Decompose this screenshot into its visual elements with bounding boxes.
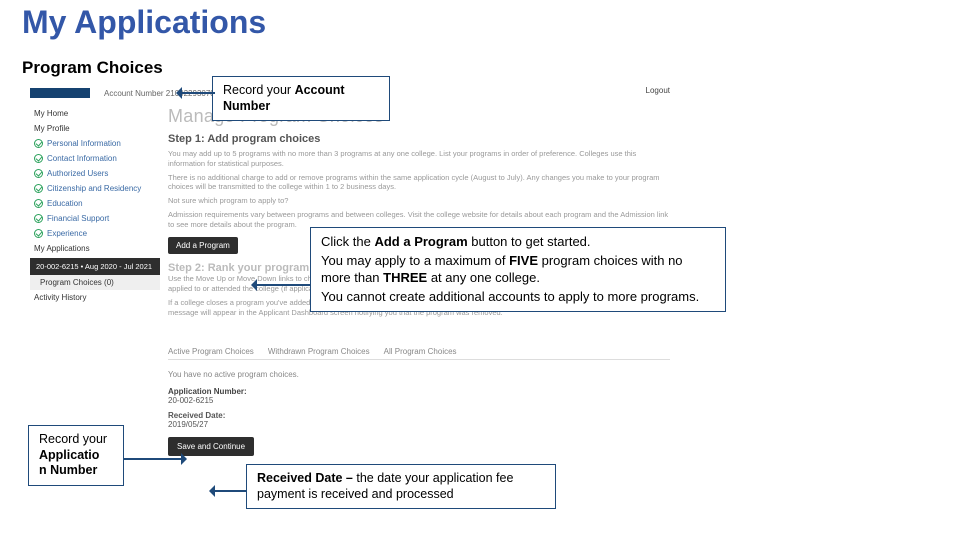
bg-side-appnum: 20-002-6215 • Aug 2020 - Jul 2021 bbox=[30, 258, 160, 275]
bg-logo bbox=[30, 88, 90, 98]
bg-side-label: Financial Support bbox=[47, 214, 109, 223]
co-text: button to get started. bbox=[468, 234, 591, 249]
bg-p3: Not sure which program to apply to? bbox=[168, 196, 670, 206]
co-line: Click the Add a Program button to get st… bbox=[321, 234, 715, 250]
bg-tab-all: All Program Choices bbox=[384, 347, 457, 356]
callout-application-number: Record your Applicatio n Number bbox=[28, 425, 124, 486]
co-line: You cannot create additional accounts to… bbox=[321, 289, 715, 305]
bg-tabline bbox=[168, 359, 670, 360]
subtitle-text: Program Choices bbox=[22, 58, 163, 77]
co-text: Click the bbox=[321, 234, 374, 249]
co-bold: Add a Program bbox=[374, 234, 467, 249]
co-bold: Applicatio bbox=[39, 448, 99, 462]
bg-side-item: Experience bbox=[30, 226, 160, 241]
co-bold: Received Date – bbox=[257, 471, 356, 485]
bg-side-label: Contact Information bbox=[47, 154, 117, 163]
callout-received-date: Received Date – the date your applicatio… bbox=[246, 464, 556, 509]
bg-appnum-label: Application Number: bbox=[168, 387, 247, 396]
bg-recv-val: 2019/05/27 bbox=[168, 420, 208, 429]
bg-recv-row: Received Date: 2019/05/27 bbox=[168, 411, 670, 429]
bg-appnum-val: 20-002-6215 bbox=[168, 396, 213, 405]
bg-step1: Step 1: Add program choices bbox=[168, 133, 670, 145]
bg-appnum-row: Application Number: 20-002-6215 bbox=[168, 387, 670, 405]
bg-side-item: Personal Information bbox=[30, 136, 160, 151]
bg-logout-link: Logout bbox=[646, 86, 670, 95]
bg-side-item: Education bbox=[30, 196, 160, 211]
co-bold: FIVE bbox=[509, 253, 538, 268]
bg-side-item: Financial Support bbox=[30, 211, 160, 226]
slide-subtitle: Program Choices bbox=[22, 58, 163, 78]
bg-side-label: Personal Information bbox=[47, 139, 121, 148]
bg-add-program-button: Add a Program bbox=[168, 237, 238, 254]
bg-side-item: Contact Information bbox=[30, 151, 160, 166]
arrow-icon bbox=[252, 284, 310, 286]
callout-add-program: Click the Add a Program button to get st… bbox=[310, 227, 726, 312]
bg-side-item: Authorized Users bbox=[30, 166, 160, 181]
bg-side-myapps: My Applications bbox=[30, 241, 160, 256]
co-bold: n Number bbox=[39, 463, 97, 477]
slide-title: My Applications bbox=[22, 4, 266, 41]
check-icon bbox=[34, 184, 43, 193]
bg-side-profile: My Profile bbox=[30, 121, 160, 136]
co-text: at any one college. bbox=[427, 270, 540, 285]
check-icon bbox=[34, 169, 43, 178]
bg-side-label: Citizenship and Residency bbox=[47, 184, 141, 193]
bg-side-item: Citizenship and Residency bbox=[30, 181, 160, 196]
bg-side-home: My Home bbox=[30, 106, 160, 121]
bg-recv-label: Received Date: bbox=[168, 411, 225, 420]
bg-p2: There is no additional charge to add or … bbox=[168, 173, 670, 193]
co-bold: Account bbox=[295, 83, 345, 97]
arrow-icon bbox=[210, 490, 246, 492]
bg-p1: You may add up to 5 programs with no mor… bbox=[168, 149, 670, 169]
bg-tab-withdrawn: Withdrawn Program Choices bbox=[268, 347, 370, 356]
check-icon bbox=[34, 229, 43, 238]
bg-tabs: Active Program Choices Withdrawn Program… bbox=[168, 347, 670, 356]
bg-side-activity: Activity History bbox=[30, 290, 160, 305]
bg-side-label: Experience bbox=[47, 229, 87, 238]
arrow-icon bbox=[124, 458, 186, 460]
bg-sidebar: My Home My Profile Personal Information … bbox=[30, 106, 160, 456]
co-bold: THREE bbox=[383, 270, 427, 285]
co-line: You may apply to a maximum of FIVE progr… bbox=[321, 253, 715, 286]
check-icon bbox=[34, 214, 43, 223]
bg-tab-active: Active Program Choices bbox=[168, 347, 254, 356]
co-text: You may apply to a maximum of bbox=[321, 253, 509, 268]
check-icon bbox=[34, 139, 43, 148]
arrow-icon bbox=[177, 92, 215, 94]
check-icon bbox=[34, 199, 43, 208]
callout-account-number: Record your Account Number bbox=[212, 76, 390, 121]
bg-side-label: Authorized Users bbox=[47, 169, 108, 178]
co-text: Record your bbox=[223, 83, 295, 97]
co-bold: Number bbox=[223, 99, 270, 113]
bg-side-progchoices: Program Choices (0) bbox=[30, 275, 160, 290]
co-text: Record your bbox=[39, 432, 107, 446]
check-icon bbox=[34, 154, 43, 163]
bg-side-label: Education bbox=[47, 199, 83, 208]
bg-no-active: You have no active program choices. bbox=[168, 370, 670, 379]
